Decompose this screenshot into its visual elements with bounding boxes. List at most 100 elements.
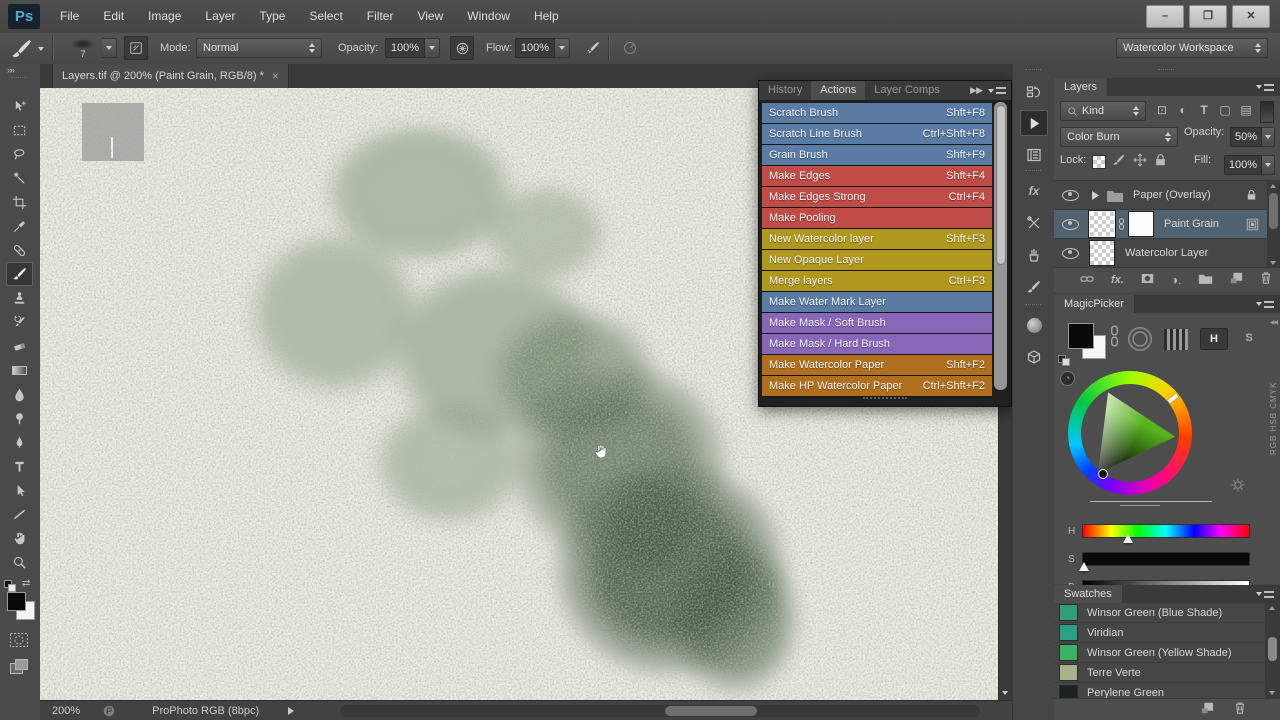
resize-handle-line[interactable] (1090, 501, 1212, 502)
collapse-panel-icon[interactable]: ◀◀ (1270, 319, 1277, 326)
tool-preset-picker[interactable] (10, 37, 34, 66)
panel-icon-styles[interactable]: fx (1020, 178, 1048, 204)
filter-smart-object-icon[interactable]: ▤ (1236, 103, 1256, 117)
menu-file[interactable]: File (48, 0, 91, 33)
menu-window[interactable]: Window (455, 0, 522, 33)
filter-shape-icon[interactable]: ▢ (1215, 103, 1235, 117)
tool-preset-arrow[interactable] (38, 47, 44, 51)
default-colors-icon[interactable] (4, 580, 14, 588)
tablet-opacity-button[interactable] (450, 36, 474, 60)
screen-mode-button[interactable] (9, 658, 29, 681)
opacity-value[interactable]: 100% (385, 38, 425, 58)
tab-layers[interactable]: Layers (1054, 78, 1107, 96)
layers-panel-menu-icon[interactable] (1256, 84, 1274, 91)
swatch-row[interactable]: Winsor Green (Yellow Shade) (1054, 643, 1265, 663)
swatch-color[interactable] (1059, 644, 1078, 661)
panel-menu-icon[interactable] (988, 87, 1006, 94)
scroll-down-arrow[interactable] (1002, 691, 1008, 695)
filter-adjustment-icon[interactable]: ◐ (1173, 103, 1193, 117)
swatch-row[interactable]: Terre Verte (1054, 663, 1265, 683)
zoom-level[interactable]: 200% (52, 705, 80, 717)
panel-icon-tool-presets[interactable] (1020, 210, 1048, 236)
new-swatch-icon[interactable] (1201, 701, 1214, 719)
panel-icon-kuler[interactable] (1020, 312, 1048, 338)
move-tool[interactable] (6, 94, 33, 118)
toggle-brush-panel-button[interactable] (124, 36, 148, 60)
opacity-arrow[interactable] (425, 38, 440, 58)
action-button[interactable]: New Watercolor layerShft+F3 (762, 229, 992, 250)
swatch-row[interactable]: Winsor Green (Blue Shade) (1054, 603, 1265, 623)
menu-view[interactable]: View (405, 0, 455, 33)
status-expand-icon[interactable] (287, 706, 295, 716)
saturation-slider-marker[interactable] (1079, 562, 1089, 571)
hue-ring-marker[interactable] (1167, 394, 1178, 404)
delete-layer-icon[interactable] (1260, 271, 1272, 289)
canvas-horizontal-scrollbar[interactable] (340, 705, 980, 717)
mode-select[interactable]: Normal (196, 38, 322, 58)
default-colors-icon[interactable] (1058, 355, 1070, 364)
lock-all-icon[interactable] (1154, 153, 1167, 167)
gradient-tool[interactable] (6, 358, 33, 382)
menu-help[interactable]: Help (522, 0, 571, 33)
brush-tool[interactable] (6, 262, 33, 286)
magicpicker-menu-icon[interactable] (1256, 301, 1274, 308)
action-button[interactable]: Scratch Line BrushCtrl+Shft+F8 (762, 124, 992, 145)
scroll-up-arrow[interactable] (1270, 184, 1276, 188)
eraser-tool[interactable] (6, 334, 33, 358)
action-button[interactable]: Make Watercolor PaperShft+F2 (762, 355, 992, 376)
brush-preset-arrow[interactable] (102, 38, 117, 58)
expand-group-icon[interactable] (1091, 191, 1100, 200)
menu-select[interactable]: Select (297, 0, 354, 33)
action-button[interactable]: New Opaque Layer (762, 250, 992, 271)
panel-icon-layer-comps[interactable] (1020, 142, 1048, 168)
swatch-color[interactable] (1059, 604, 1078, 621)
mask-link-icon[interactable] (1118, 218, 1125, 230)
magic-wand-tool[interactable] (6, 166, 33, 190)
add-mask-icon[interactable] (1141, 271, 1154, 289)
swatch-row[interactable]: Viridian (1054, 623, 1265, 643)
action-button[interactable]: Make Mask / Hard Brush (762, 334, 992, 355)
layer-fill-arrow[interactable] (1262, 155, 1275, 175)
layer-row-paper[interactable]: Paper (Overlay) (1054, 181, 1267, 210)
filter-pixel-icon[interactable]: ⊡ (1152, 103, 1172, 117)
eyedropper-tool[interactable] (6, 214, 33, 238)
layer-opacity-value[interactable]: 50% (1230, 127, 1262, 147)
hue-slider[interactable] (1082, 524, 1250, 538)
panel-icon-brush[interactable] (1020, 274, 1048, 300)
expand-panel-icon[interactable]: ▶▶ (970, 85, 982, 96)
layer-opacity-arrow[interactable] (1262, 127, 1275, 147)
flow-value[interactable]: 100% (515, 38, 555, 58)
color-bars-mode-icon[interactable] (1164, 329, 1188, 350)
dock-gripper[interactable] (1025, 304, 1041, 307)
saturation-slider[interactable] (1082, 552, 1250, 566)
resize-handle-line[interactable] (1120, 505, 1160, 506)
layer-fill-value[interactable]: 100% (1224, 155, 1262, 175)
menu-filter[interactable]: Filter (355, 0, 406, 33)
sv-marker[interactable] (1098, 469, 1108, 479)
flow-arrow[interactable] (555, 38, 570, 58)
layer-style-icon[interactable]: fx. (1111, 274, 1124, 286)
close-button[interactable]: ✕ (1232, 5, 1270, 28)
layer-row-watercolor[interactable]: Watercolor Layer (1054, 239, 1267, 268)
gear-icon[interactable] (1230, 477, 1246, 493)
action-button[interactable]: Scratch BrushShft+F8 (762, 103, 992, 124)
panel-icon-brush-presets[interactable] (1020, 242, 1048, 268)
tab-swatches[interactable]: Swatches (1054, 585, 1122, 603)
action-button[interactable]: Merge layersCtrl+F3 (762, 271, 992, 292)
brush-preset-picker[interactable]: 7 (64, 36, 102, 61)
action-button[interactable]: Grain BrushShft+F9 (762, 145, 992, 166)
action-button[interactable]: Make Mask / Soft Brush (762, 313, 992, 334)
blur-tool[interactable] (6, 382, 33, 406)
type-tool[interactable] (6, 454, 33, 478)
panel-icon-history[interactable] (1020, 80, 1048, 106)
swatches-scrollbar[interactable] (1265, 603, 1280, 698)
saturation-mode-button[interactable]: S (1236, 328, 1262, 348)
adjustment-layer-icon[interactable]: ◑. (1171, 273, 1182, 287)
crop-tool[interactable] (6, 190, 33, 214)
scroll-down-arrow[interactable] (1269, 691, 1275, 695)
swatches-scroll-thumb[interactable] (1268, 637, 1277, 661)
new-group-icon[interactable] (1198, 271, 1213, 289)
panel-icon-actions[interactable] (1020, 110, 1048, 136)
link-layers-icon[interactable] (1080, 271, 1094, 289)
foreground-color-swatch[interactable] (7, 592, 26, 611)
